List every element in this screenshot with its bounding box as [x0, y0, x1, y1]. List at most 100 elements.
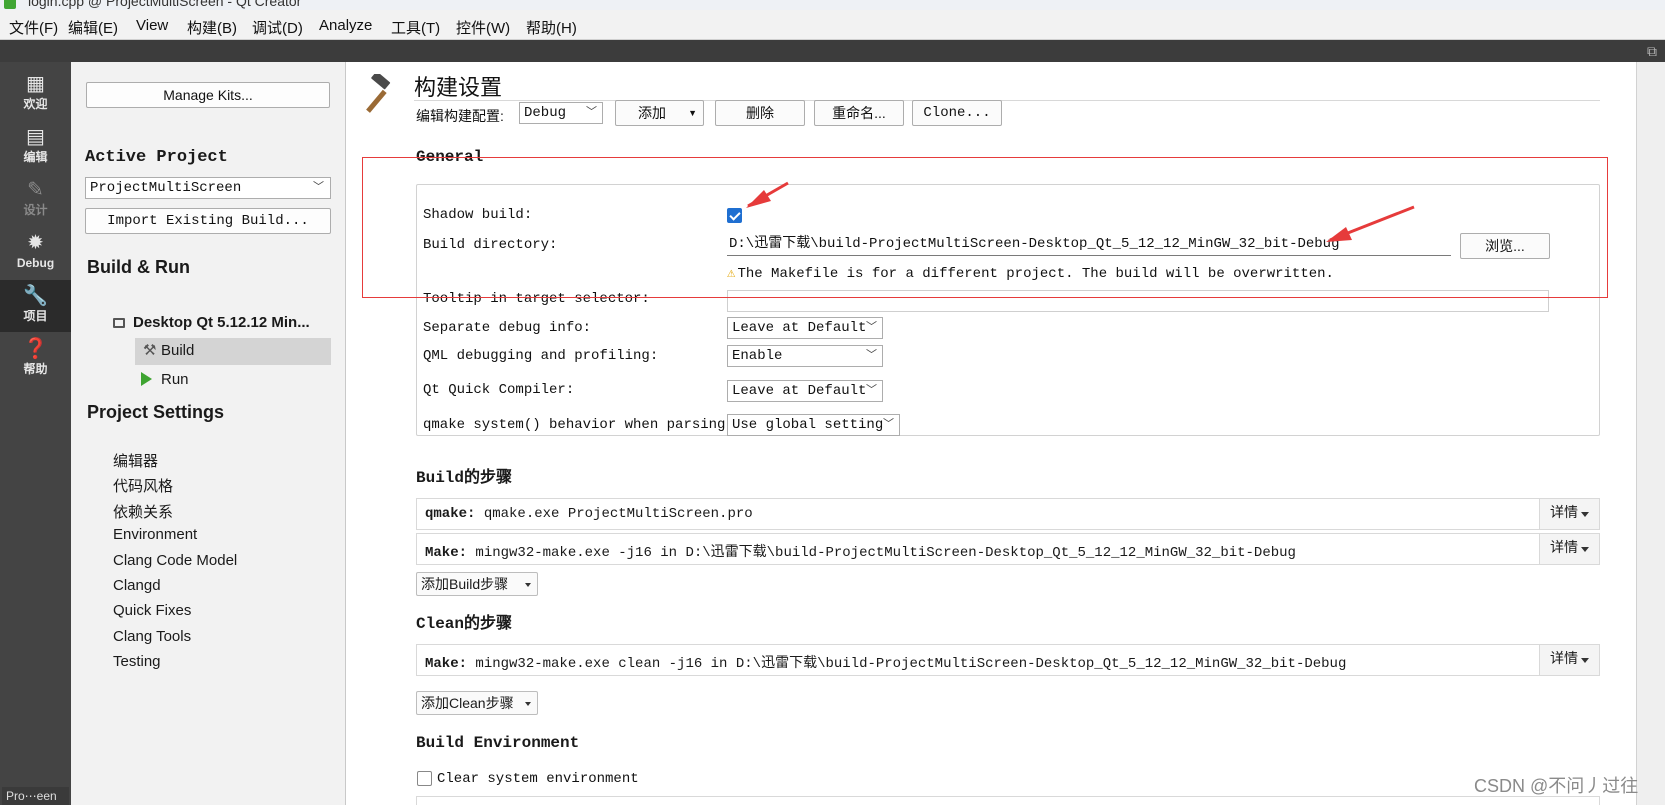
settings-clangd[interactable]: Clangd — [113, 577, 161, 594]
build-config-value: Debug — [524, 105, 567, 121]
window-title: login.cpp @ ProjectMultiScreen - Qt Crea… — [28, 0, 302, 9]
build-directory-input[interactable]: D:\迅雷下载\build-ProjectMultiScreen-Desktop… — [727, 234, 1451, 256]
qml-debugging-value: Enable — [732, 348, 783, 364]
add-config-label: 添加 — [638, 105, 666, 121]
add-config-button[interactable]: 添加 ▼ — [615, 100, 704, 126]
nav-run[interactable]: Run — [141, 371, 189, 388]
active-project-combo[interactable]: ProjectMultiScreen ﹀ — [85, 177, 331, 199]
clone-config-button[interactable]: Clone... — [912, 100, 1002, 126]
settings-clang-tools[interactable]: Clang Tools — [113, 628, 191, 645]
general-section-title: General — [416, 148, 484, 166]
step-details-button[interactable]: 详情 — [1539, 499, 1599, 529]
manage-kits-button[interactable]: Manage Kits... — [86, 82, 330, 108]
kit-item[interactable]: Desktop Qt 5.12.12 Min... — [113, 314, 310, 331]
qt-quick-compiler-value: Leave at Default — [732, 383, 867, 399]
mode-welcome[interactable]: ▦ 欢迎 — [0, 68, 71, 120]
menu-edit[interactable]: 编辑(E) — [68, 17, 118, 38]
clear-env-checkbox[interactable] — [417, 771, 432, 786]
project-settings-title: Project Settings — [87, 402, 225, 422]
menu-tools[interactable]: 工具(T) — [391, 17, 440, 38]
vertical-scrollbar[interactable] — [1636, 62, 1665, 805]
warning-text: The Makefile is for a different project.… — [737, 266, 1334, 282]
menu-bar: 文件(F) 编辑(E) View 构建(B) 调试(D) Analyze 工具(… — [0, 10, 1665, 40]
settings-environment[interactable]: Environment — [113, 526, 197, 543]
step-details-button[interactable]: 详情 — [1539, 645, 1599, 675]
monitor-icon — [113, 318, 125, 328]
build-run-title: Build & Run — [87, 257, 190, 277]
edit-document-icon: ▤ — [26, 126, 45, 148]
build-directory-label: Build directory: — [423, 237, 558, 253]
chevron-down-icon: ﹀ — [883, 419, 894, 431]
settings-quick-fixes[interactable]: Quick Fixes — [113, 602, 191, 619]
toolbar-strip: ⧉ — [0, 40, 1665, 62]
separate-debug-label: Separate debug info: — [423, 320, 592, 336]
shadow-build-label: Shadow build: — [423, 207, 533, 223]
browse-button[interactable]: 浏览... — [1460, 233, 1550, 259]
add-build-step-button[interactable]: 添加Build步骤 — [416, 572, 538, 596]
hammer-icon: ⚒ — [143, 342, 157, 359]
help-question-icon: ❓ — [23, 338, 48, 360]
menu-view[interactable]: View — [136, 17, 168, 34]
tooltip-input[interactable] — [727, 290, 1549, 312]
import-existing-build-button[interactable]: Import Existing Build... — [85, 208, 331, 234]
kit-label: Desktop Qt 5.12.12 Min... — [133, 314, 310, 331]
mode-edit[interactable]: ▤ 编辑 — [0, 121, 71, 173]
mode-projects[interactable]: 🔧 项目 — [0, 280, 71, 332]
build-settings-panel: 构建设置 编辑构建配置: Debug ﹀ 添加 ▼ 删除 重命名... Clon… — [346, 62, 1636, 805]
settings-editor[interactable]: 编辑器 — [113, 450, 158, 471]
active-project-title: Active Project — [85, 148, 228, 167]
mode-help[interactable]: ❓ 帮助 — [0, 333, 71, 385]
rename-config-button[interactable]: 重命名... — [814, 100, 904, 126]
clear-env-label: Clear system environment — [437, 771, 639, 787]
build-step-qmake-text: qmake: qmake.exe ProjectMultiScreen.pro — [425, 506, 753, 522]
build-config-combo[interactable]: Debug ﹀ — [519, 102, 603, 124]
title-divider — [414, 100, 1600, 101]
project-selector[interactable]: Pro⋯een — [2, 787, 69, 805]
clean-step-make-text: Make: mingw32-make.exe clean -j16 in D:\… — [425, 652, 1346, 672]
add-clean-step-button[interactable]: 添加Clean步骤 — [416, 691, 538, 715]
run-triangle-icon — [141, 372, 152, 386]
projects-wrench-icon: 🔧 — [23, 285, 48, 307]
menu-build[interactable]: 构建(B) — [187, 17, 237, 38]
mode-label: 设计 — [23, 203, 48, 217]
qml-debugging-combo[interactable]: Enable ﹀ — [727, 345, 883, 367]
menu-file[interactable]: 文件(F) — [9, 17, 58, 38]
step-key: Make: — [425, 545, 468, 561]
settings-dependencies[interactable]: 依赖关系 — [113, 501, 173, 522]
clean-step-make: Make: mingw32-make.exe clean -j16 in D:\… — [416, 644, 1600, 676]
step-value: mingw32-make.exe -j16 in D:\迅雷下载\build-P… — [467, 545, 1296, 561]
separate-debug-value: Leave at Default — [732, 320, 867, 336]
mode-label: Debug — [16, 256, 55, 270]
mode-label: 欢迎 — [23, 97, 48, 111]
step-details-button[interactable]: 详情 — [1539, 534, 1599, 564]
settings-clang-code-model[interactable]: Clang Code Model — [113, 552, 237, 569]
window-title-bar: login.cpp @ ProjectMultiScreen - Qt Crea… — [0, 0, 1665, 10]
qmake-behavior-value: Use global setting — [732, 417, 884, 433]
mode-label: 帮助 — [23, 362, 48, 376]
debug-bug-icon: ✹ — [27, 232, 44, 254]
settings-code-style[interactable]: 代码风格 — [113, 475, 173, 496]
page-title: 构建设置 — [414, 76, 503, 101]
menu-help[interactable]: 帮助(H) — [526, 17, 577, 38]
chevron-down-icon: ﹀ — [313, 182, 324, 194]
mode-design: ✎ 设计 — [0, 174, 71, 226]
qmake-behavior-combo[interactable]: Use global setting ﹀ — [727, 414, 900, 436]
shadow-build-checkbox[interactable] — [727, 208, 742, 223]
mode-label: 编辑 — [23, 150, 48, 164]
nav-build[interactable]: ⚒ Build — [135, 338, 331, 365]
mode-bar: ▦ 欢迎 ▤ 编辑 ✎ 设计 ✹ Debug 🔧 项目 ❓ 帮助 Pro⋯een — [0, 62, 71, 805]
separate-debug-combo[interactable]: Leave at Default ﹀ — [727, 317, 883, 339]
menu-debug[interactable]: 调试(D) — [252, 17, 303, 38]
clean-steps-title: Clean的步骤 — [416, 615, 513, 633]
design-pen-icon: ✎ — [27, 179, 44, 201]
qt-quick-compiler-combo[interactable]: Leave at Default ﹀ — [727, 380, 883, 402]
settings-testing[interactable]: Testing — [113, 653, 161, 670]
delete-config-button[interactable]: 删除 — [715, 100, 805, 126]
mode-debug[interactable]: ✹ Debug — [0, 227, 71, 279]
menu-widgets[interactable]: 控件(W) — [456, 17, 510, 38]
step-value: qmake.exe ProjectMultiScreen.pro — [475, 506, 753, 522]
edit-config-label: 编辑构建配置: — [416, 108, 504, 124]
menu-analyze[interactable]: Analyze — [319, 17, 372, 34]
split-view-icon[interactable]: ⧉ — [1647, 43, 1657, 60]
welcome-grid-icon: ▦ — [26, 73, 45, 95]
